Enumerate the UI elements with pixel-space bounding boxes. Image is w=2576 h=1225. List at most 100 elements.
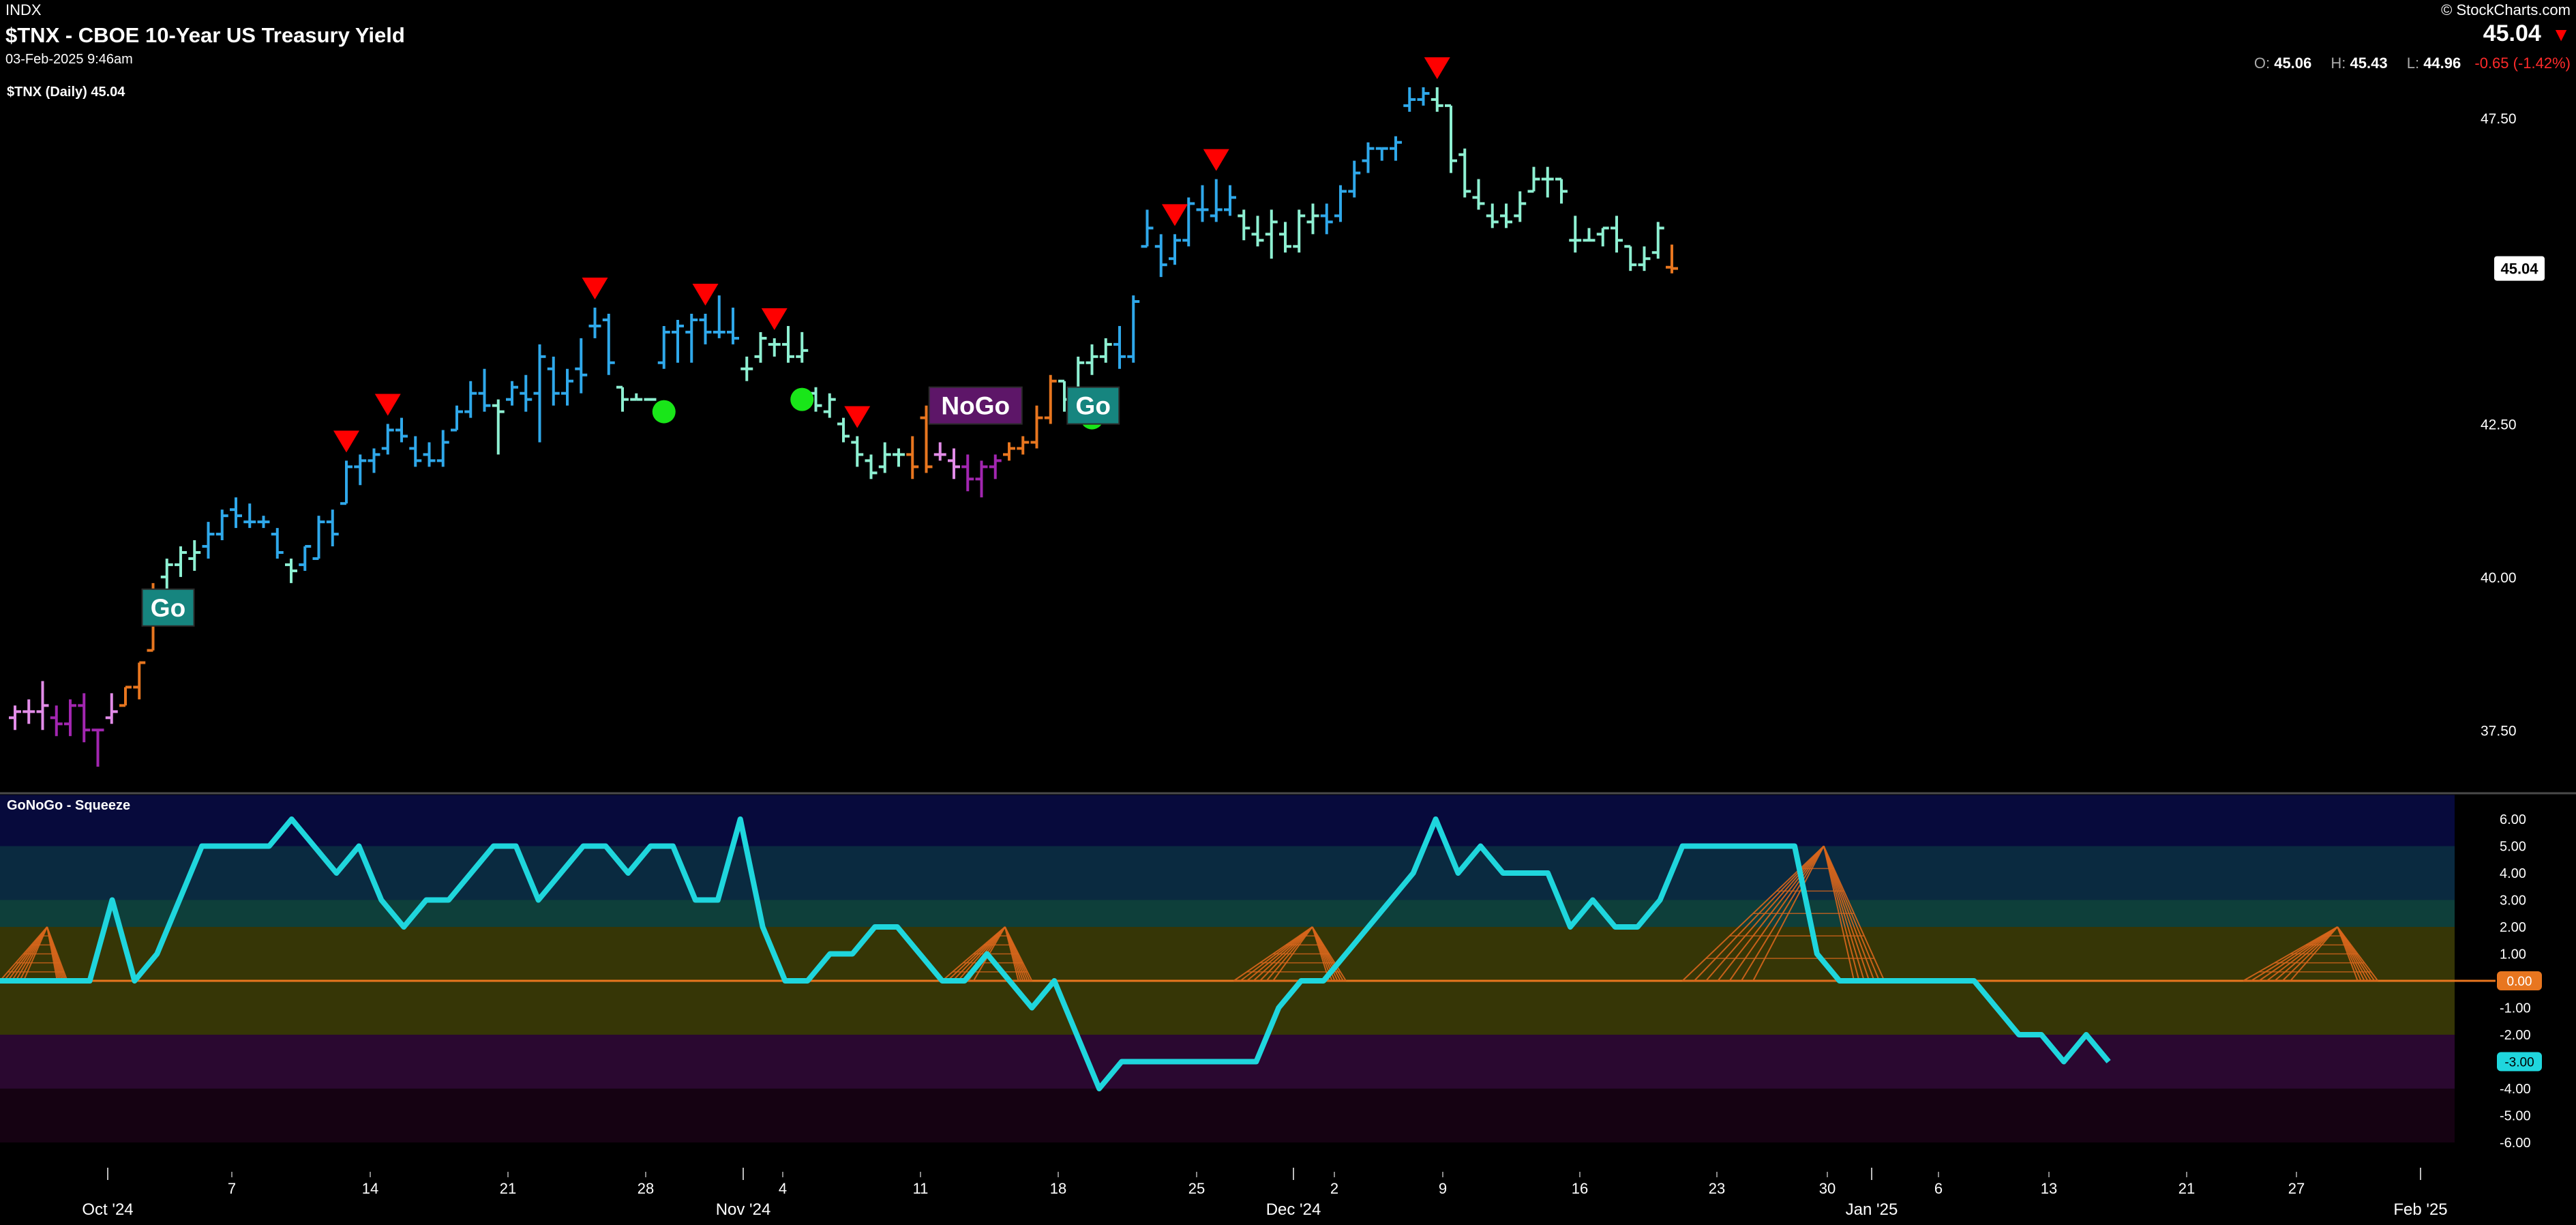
ohlc-bar [1017, 436, 1030, 455]
ohlc-bar [533, 344, 546, 443]
ohlc-bar [409, 436, 422, 467]
ohlc-bar [230, 497, 242, 529]
chart-title: $TNX - CBOE 10-Year US Treasury Yield [5, 23, 405, 47]
ohlc-bar [657, 325, 670, 369]
ohlc-bar [1403, 87, 1416, 112]
osc-current-tag: -3.00 [2497, 1052, 2542, 1072]
x-tick-label: 7 [228, 1180, 236, 1197]
osc-y-tick-label: 4.00 [2500, 866, 2526, 881]
osc-y-tick-label: 3.00 [2500, 894, 2526, 909]
ohlc-bar [878, 442, 891, 473]
ohlc-bar [1279, 222, 1291, 253]
osc-y-tick-label: 2.00 [2500, 920, 2526, 935]
red-triangle-icon [761, 308, 788, 330]
ohlc-bar [961, 454, 974, 492]
red-triangle-icon [1424, 57, 1450, 79]
ohlc-bar [160, 558, 173, 589]
red-triangle-icon [844, 406, 871, 428]
ohlc-bar [50, 705, 63, 737]
open-value: 45.06 [2274, 55, 2312, 72]
osc-y-tick-label: -2.00 [2500, 1028, 2531, 1043]
ohlc-bar [1458, 148, 1471, 198]
ohlc-bar [1030, 405, 1043, 449]
ohlc-bar [1127, 295, 1140, 363]
go-nogo-badge: Go [141, 588, 195, 627]
ohlc-bar [933, 442, 946, 461]
month-label: Nov '24 [716, 1200, 771, 1219]
osc-band [0, 1089, 2455, 1142]
ohlc-bar [78, 693, 91, 743]
ohlc-bar [91, 728, 104, 767]
ohlc-bar [1375, 147, 1388, 161]
ohlc-bar [175, 546, 187, 577]
brand-label[interactable]: © StockCharts.com [2441, 1, 2571, 19]
month-label: Dec '24 [1266, 1200, 1321, 1219]
go-nogo-badge: NoGo [928, 386, 1023, 425]
ohlc-bar [1113, 325, 1126, 369]
change-value: -0.65 (-1.42%) [2474, 55, 2571, 72]
ohlc-bar [1293, 209, 1306, 253]
badge-label: Go [151, 594, 185, 622]
ohlc-bar [257, 516, 270, 529]
red-triangle-icon [374, 394, 401, 416]
ohlc-bar [975, 460, 988, 498]
osc-band [0, 795, 2455, 846]
red-triangle-icon [582, 278, 608, 300]
osc-panel: 6.00 5.00 4.00 3.00 2.00 1.00 -1.00 -2.00 -4.00 -… [0, 795, 2542, 1151]
ohlc-bar [1154, 234, 1167, 278]
osc-y-tick-label: -6.00 [2500, 1136, 2531, 1151]
osc-current-label: -3.00 [2504, 1056, 2534, 1070]
ohlc-bar [119, 685, 132, 707]
ohlc-bar [1141, 209, 1154, 248]
ohlc-bar [326, 510, 339, 547]
osc-y-tick-label: -1.00 [2500, 1001, 2531, 1016]
ohlc-bar [754, 331, 767, 363]
ohlc-bar [9, 705, 21, 730]
ohlc-bar [1334, 185, 1347, 222]
ohlc-bar [1541, 166, 1554, 198]
x-tick-label: 2 [1330, 1180, 1338, 1197]
down-triangle-icon: ▼ [2551, 24, 2571, 45]
ohlc-bar [492, 399, 505, 455]
ohlc-bar [768, 338, 781, 357]
last-price: 45.04 [2483, 20, 2541, 46]
ohlc-bar [865, 454, 878, 479]
ohlc-bar [1417, 87, 1430, 106]
red-triangle-icon [1162, 204, 1188, 226]
go-nogo-badge: Go [1066, 386, 1120, 425]
x-tick-label: 4 [779, 1180, 787, 1197]
exchange-label: INDX [5, 1, 42, 18]
ohlc-bar [1666, 244, 1678, 274]
ohlc-bar [299, 545, 312, 571]
x-tick-label: 6 [1934, 1180, 1943, 1197]
ohlc-bar [630, 393, 643, 401]
open-label: O: [2253, 55, 2271, 72]
ohlc-bar [740, 356, 753, 381]
green-dot-icon [652, 400, 676, 424]
x-tick-label: 27 [2288, 1180, 2305, 1197]
ohlc-bar [1445, 104, 1457, 173]
osc-panel-legend[interactable]: GoNoGo - Squeeze [7, 798, 130, 814]
chart-root: 37.50 40.00 42.50 47.50 Go NoGo Go 45.04 6.00 5.0… [0, 0, 2576, 1225]
ohlc-bar [989, 454, 1002, 479]
zero-tag-label: 0.00 [2507, 975, 2532, 989]
ohlc-bar [727, 308, 739, 344]
ohlc-bar [1431, 87, 1443, 112]
osc-y-tick-label: 1.00 [2500, 947, 2526, 962]
price-panel-legend[interactable]: $TNX (Daily) 45.04 [7, 85, 125, 100]
low-value: 44.96 [2423, 55, 2461, 72]
month-label: Feb '25 [2393, 1200, 2447, 1219]
ohlc-bar [1348, 160, 1361, 198]
month-label: Jan '25 [1846, 1200, 1898, 1219]
ohlc-bar [478, 368, 491, 412]
ohlc-bar [796, 331, 809, 363]
ohlc-bar [436, 430, 449, 467]
ohlc-bar [575, 338, 588, 394]
red-triangle-icon [333, 430, 359, 453]
ohlc-bar [215, 510, 228, 541]
ohlc-bar [312, 516, 325, 560]
ohlc-bar [948, 448, 960, 479]
x-tick-label: 14 [362, 1180, 378, 1197]
ohlc-bar [1390, 136, 1402, 161]
red-triangle-icon [692, 284, 719, 306]
